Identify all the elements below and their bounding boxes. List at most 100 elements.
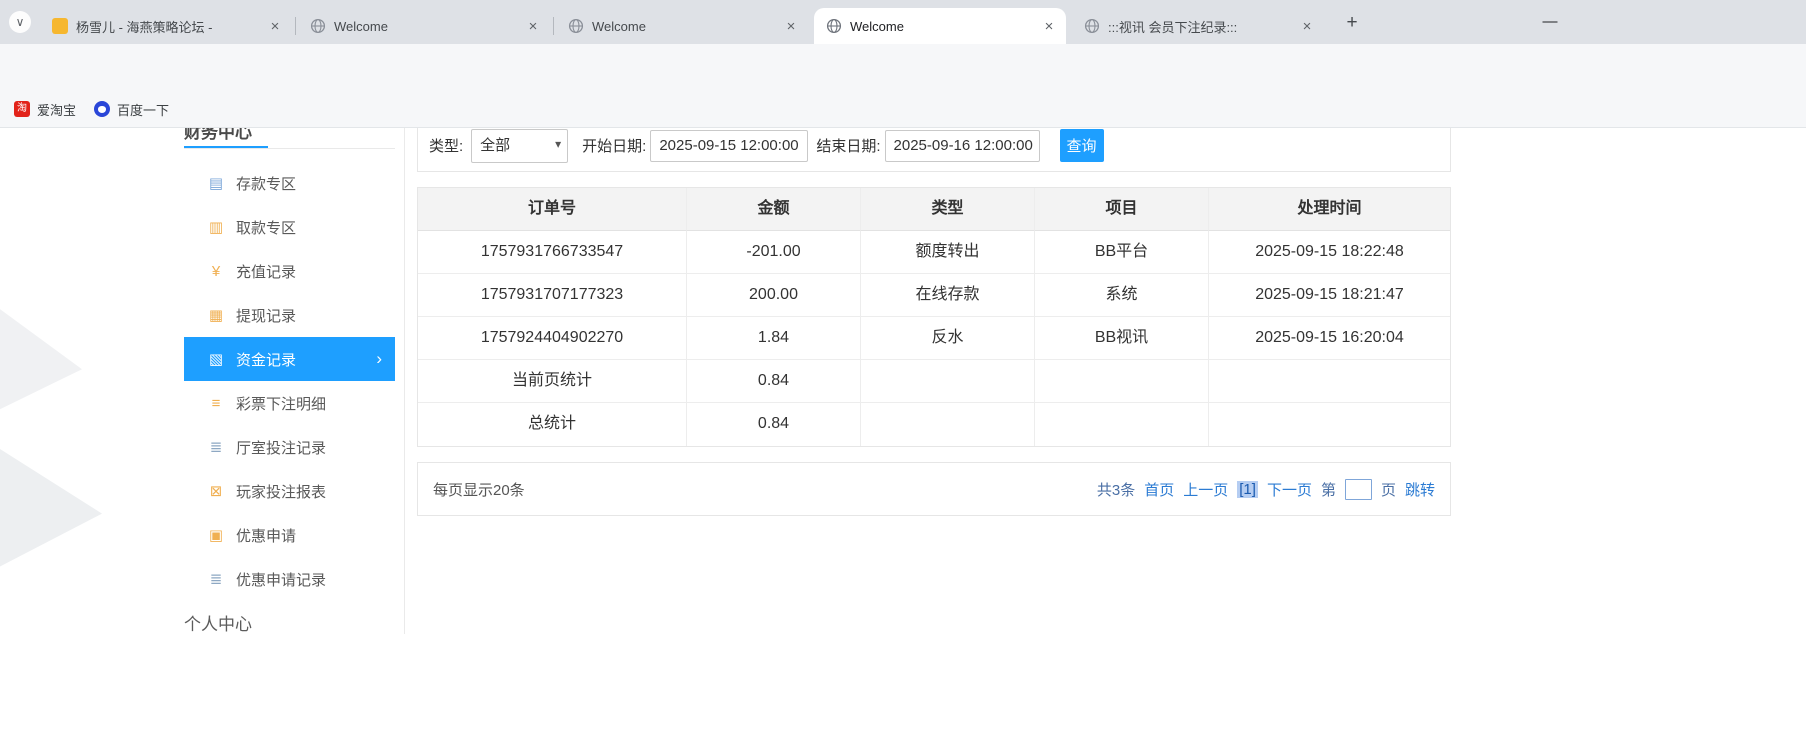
- sidebar-section-finance: 财务中心: [184, 128, 252, 142]
- funds-wallet-icon: ▧: [208, 351, 224, 368]
- tab-title: Welcome: [850, 18, 904, 34]
- cell-label: 总统计: [418, 403, 687, 446]
- sidebar-divider: [184, 148, 395, 149]
- window-minimize-button[interactable]: —: [1534, 8, 1566, 36]
- header-type: 类型: [861, 188, 1035, 231]
- jump-button[interactable]: 跳转: [1405, 479, 1435, 500]
- cell-process-time: 2025-09-15 18:22:48: [1209, 231, 1450, 274]
- tab-close-icon[interactable]: ×: [524, 18, 542, 35]
- page-content: 财务中心 ▤ 存款专区 ▥ 取款专区 ¥ 充值记录 ▦ 提现记录 ▧ 资金记录: [0, 128, 1806, 729]
- deposit-card-icon: ▤: [208, 175, 224, 192]
- cell-amount: 1.84: [687, 317, 861, 360]
- cell-order-no: 1757924404902270: [418, 317, 687, 360]
- cell-empty: [1035, 360, 1209, 403]
- bookmark-label: 爱淘宝: [37, 102, 77, 118]
- taobao-icon: 淘: [14, 101, 30, 117]
- bookmarks-bar: 淘 爱淘宝 百度一下: [0, 90, 1806, 128]
- type-select[interactable]: 全部: [471, 128, 569, 163]
- tab-title: Welcome: [592, 18, 646, 34]
- start-date-input[interactable]: [650, 129, 809, 162]
- cell-type: 反水: [861, 317, 1035, 360]
- globe-favicon-icon: [568, 18, 584, 34]
- forum-favicon-icon: [52, 18, 68, 34]
- next-page-link[interactable]: 下一页: [1267, 479, 1312, 500]
- tab-close-icon[interactable]: ×: [1298, 18, 1316, 35]
- tab-close-icon[interactable]: ×: [1040, 18, 1058, 35]
- tab-welcome-2[interactable]: Welcome ×: [553, 8, 808, 44]
- cell-amount: 200.00: [687, 274, 861, 317]
- background-triangle-decoration: [0, 430, 102, 582]
- cell-empty: [861, 360, 1035, 403]
- sidebar-item-deposit-zone[interactable]: ▤ 存款专区: [184, 161, 395, 205]
- sidebar-item-label: 优惠申请记录: [236, 571, 327, 589]
- tab-forum[interactable]: 杨雪儿 - 海燕策略论坛 - ×: [40, 8, 292, 44]
- bookmark-item-baidu[interactable]: 百度一下: [88, 97, 175, 121]
- cell-type: 在线存款: [861, 274, 1035, 317]
- cell-label: 当前页统计: [418, 360, 687, 403]
- globe-favicon-icon: [826, 18, 842, 34]
- header-amount: 金额: [687, 188, 861, 231]
- sidebar-item-funds-records[interactable]: ▧ 资金记录 ›: [184, 337, 395, 381]
- jump-suffix-text: 页: [1380, 481, 1396, 499]
- records-table: 订单号 金额 类型 项目 处理时间 1757931766733547 -201.…: [417, 187, 1451, 447]
- header-order-no: 订单号: [418, 188, 687, 231]
- cell-order-no: 1757931707177323: [418, 274, 687, 317]
- bookmark-label: 百度一下: [117, 102, 170, 118]
- list-icon: ≡: [211, 394, 221, 412]
- tab-video-records[interactable]: :::视讯 会员下注纪录::: ×: [1072, 8, 1324, 44]
- sidebar-item-label: 玩家投注报表: [236, 483, 327, 501]
- sidebar-item-label: 存款专区: [236, 175, 297, 193]
- tab-close-icon[interactable]: ×: [266, 18, 284, 35]
- pagination-controls: 共3条 首页 上一页 [1] 下一页 第 页 跳转: [1097, 478, 1435, 500]
- prev-page-link[interactable]: 上一页: [1183, 479, 1228, 500]
- cell-amount: -201.00: [687, 231, 861, 274]
- sidebar-item-label: 优惠申请: [236, 527, 297, 545]
- sidebar-item-label: 彩票下注明细: [236, 395, 327, 413]
- cell-process-time: 2025-09-15 18:21:47: [1209, 274, 1450, 317]
- report-icon: ⊠: [209, 483, 223, 500]
- tab-strip: ∨ 杨雪儿 - 海燕策略论坛 - × Welcome × Welcome × W…: [0, 0, 1806, 44]
- wallet-icon: ▦: [208, 307, 224, 324]
- bookmark-item-aitaobao[interactable]: 淘 爱淘宝: [8, 97, 82, 121]
- sidebar-item-label: 充值记录: [236, 263, 297, 281]
- tab-welcome-active[interactable]: Welcome ×: [814, 8, 1066, 44]
- sidebar-section-personal[interactable]: 个人中心: [184, 610, 252, 635]
- sidebar-item-promo-apply-records[interactable]: ≣ 优惠申请记录: [184, 557, 395, 601]
- promo-ticket-icon: ▣: [208, 527, 224, 544]
- navigation-bar: ← → ↻ ⌂ js13.cc/hhcp/usercenter.html?ini…: [0, 44, 1806, 129]
- cell-empty: [1209, 403, 1450, 446]
- cell-amount: 0.84: [687, 360, 861, 403]
- cell-project: BB平台: [1035, 231, 1209, 274]
- jump-prefix-text: 第: [1320, 481, 1336, 499]
- sidebar-item-recharge-records[interactable]: ¥ 充值记录: [184, 249, 395, 293]
- current-page-indicator: [1]: [1237, 480, 1258, 498]
- type-label: 类型:: [429, 138, 464, 155]
- tab-title: :::视讯 会员下注纪录:::: [1108, 19, 1238, 35]
- end-date-input[interactable]: [884, 129, 1040, 162]
- tab-search-chevron-icon[interactable]: ∨: [9, 11, 31, 33]
- recharge-yen-icon: ¥: [211, 262, 221, 280]
- jump-page-input[interactable]: [1344, 478, 1372, 500]
- sidebar-item-label: 取款专区: [236, 219, 297, 237]
- sidebar-item-label: 资金记录: [236, 351, 297, 369]
- sidebar-item-withdraw-records[interactable]: ▦ 提现记录: [184, 293, 395, 337]
- sidebar-item-lottery-bet-details[interactable]: ≡ 彩票下注明细: [184, 381, 395, 425]
- background-triangle-decoration: [0, 296, 82, 418]
- sidebar-item-promo-apply[interactable]: ▣ 优惠申请: [184, 513, 395, 557]
- sidebar-item-player-bet-report[interactable]: ⊠ 玩家投注报表: [184, 469, 395, 513]
- query-button[interactable]: 查询: [1059, 129, 1104, 162]
- cell-amount: 0.84: [687, 403, 861, 446]
- sidebar-item-hall-bet-records[interactable]: ≣ 厅室投注记录: [184, 425, 395, 469]
- filter-bar: 类型: 全部 ▾ 开始日期: 结束日期: 查询: [417, 128, 1451, 172]
- cell-order-no: 1757931766733547: [418, 231, 687, 274]
- cell-project: BB视讯: [1035, 317, 1209, 360]
- tab-close-icon[interactable]: ×: [782, 18, 800, 35]
- first-page-link[interactable]: 首页: [1144, 479, 1174, 500]
- tab-title: 杨雪儿 - 海燕策略论坛 -: [76, 19, 213, 35]
- sidebar-item-withdraw-zone[interactable]: ▥ 取款专区: [184, 205, 395, 249]
- sidebar-item-label: 厅室投注记录: [236, 439, 327, 457]
- cell-process-time: 2025-09-15 16:20:04: [1209, 317, 1450, 360]
- cell-empty: [1035, 403, 1209, 446]
- new-tab-button[interactable]: +: [1340, 11, 1364, 35]
- tab-welcome-1[interactable]: Welcome ×: [295, 8, 550, 44]
